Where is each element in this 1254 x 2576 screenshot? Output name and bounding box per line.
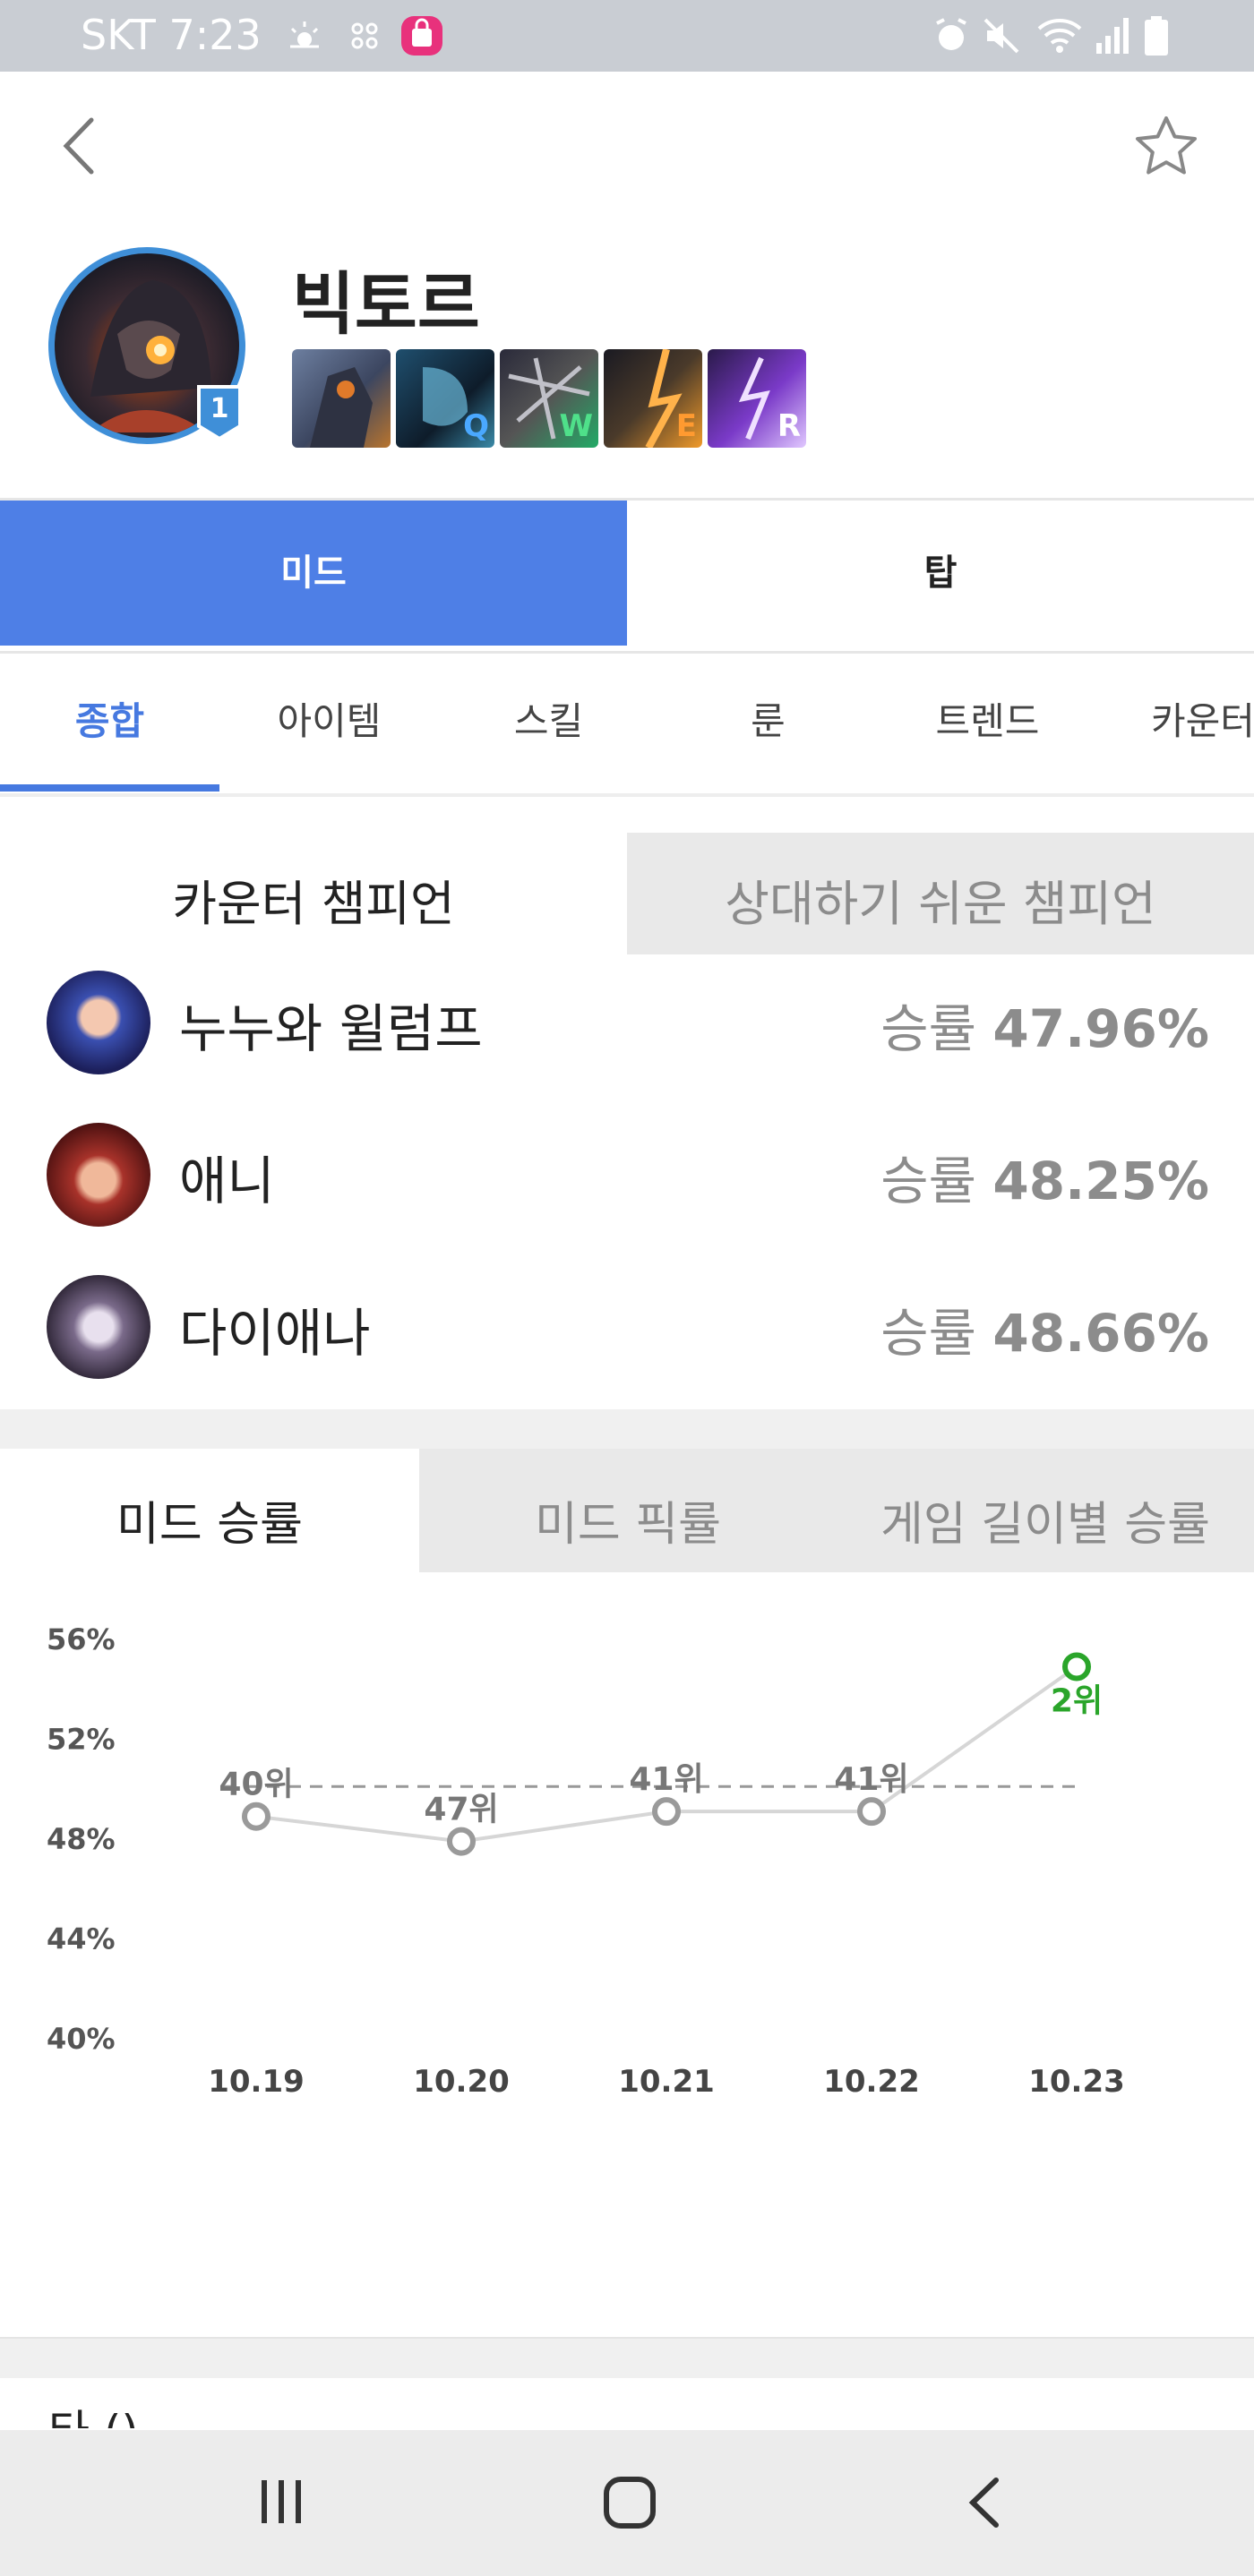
data-point [447, 1827, 476, 1856]
back-nav-icon[interactable] [962, 2475, 1007, 2530]
status-bar: SKT 7:23 [0, 0, 1254, 72]
signal-icon [1096, 18, 1129, 54]
level-badge: 1 [197, 385, 242, 441]
x-tick-label: 10.23 [1028, 2064, 1125, 2100]
subtab-trends[interactable]: 트렌드 [878, 650, 1097, 793]
role-tab-top[interactable]: 탑 [627, 501, 1254, 646]
tab-mid-pickrate[interactable]: 미드 픽률 [419, 1449, 837, 1572]
skill-e-icon[interactable]: E [604, 349, 702, 448]
winrate-value: 48.66% [992, 1303, 1209, 1364]
wifi-icon [1037, 19, 1082, 53]
annie-avatar [47, 1123, 150, 1227]
counter-winrate: 승률 48.66% [880, 1291, 1209, 1366]
tab-winrate-by-length[interactable]: 게임 길이별 승률 [837, 1449, 1254, 1572]
app-grid-icon [351, 22, 378, 49]
skill-q-icon[interactable]: Q [396, 349, 494, 448]
section-divider [0, 1409, 1254, 1449]
back-button[interactable] [54, 115, 107, 177]
counter-name: 애니 [179, 1151, 275, 1211]
role-tab-mid[interactable]: 미드 [0, 501, 627, 646]
y-tick-label: 40% [47, 2022, 116, 2056]
y-tick-label: 52% [47, 1723, 116, 1757]
nunu-avatar [47, 971, 150, 1074]
favorite-star-icon[interactable] [1130, 111, 1202, 183]
home-icon[interactable] [602, 2475, 657, 2530]
counter-row[interactable]: 애니 승률 48.25% [0, 1107, 1254, 1241]
skill-key-r: R [777, 408, 801, 444]
rank-label: 41위 [629, 1761, 703, 1798]
rank-label: 40위 [219, 1767, 293, 1803]
counter-name: 누누와 윌럼프 [179, 998, 483, 1059]
subtab-counter[interactable]: 카운터 [1097, 650, 1254, 793]
alarm-icon [936, 18, 966, 50]
x-tick-label: 10.20 [413, 2064, 510, 2100]
x-tick-label: 10.22 [823, 2064, 920, 2100]
shopping-app-icon [401, 16, 442, 56]
next-section-title: 타 () [48, 2396, 139, 2428]
sub-tabs: 종합 아이템 스킬 룬 트렌드 카운터 [0, 650, 1254, 797]
counter-row[interactable]: 다이애나 승률 48.66% [0, 1259, 1254, 1393]
skill-r-icon[interactable]: R [708, 349, 806, 448]
skill-w-icon[interactable]: W [500, 349, 598, 448]
data-point [1062, 1652, 1091, 1682]
data-point [652, 1797, 681, 1827]
x-tick-label: 10.21 [618, 2064, 715, 2100]
section-divider [0, 2337, 1254, 2378]
rank-label: 41위 [834, 1761, 908, 1798]
carrier-time: SKT 7:23 [81, 11, 262, 59]
subtab-items[interactable]: 아이템 [219, 650, 439, 793]
counter-winrate: 승률 48.25% [880, 1139, 1209, 1214]
data-point [857, 1797, 886, 1827]
diana-avatar [47, 1275, 150, 1379]
winrate-value: 48.25% [992, 1151, 1209, 1211]
tab-easy-champions[interactable]: 상대하기 쉬운 챔피언 [627, 833, 1254, 954]
battery-icon [1145, 16, 1168, 56]
y-tick-label: 56% [47, 1622, 116, 1656]
subtab-counter-label: 카운터 [1151, 699, 1254, 743]
tab-counter-champions[interactable]: 카운터 챔피언 [0, 833, 627, 954]
level-badge-text: 1 [210, 393, 229, 424]
y-tick-label: 48% [47, 1822, 116, 1856]
winrate-chart: 56% 52% 48% 44% 40% 40위 47위 41위 41위 2위 10.19 10.20 1… [47, 1622, 1125, 2100]
skill-passive-icon[interactable] [292, 349, 391, 448]
subtab-skills[interactable]: 스킬 [439, 650, 658, 793]
mute-icon [983, 18, 1019, 54]
rank-label: 2위 [1051, 1682, 1103, 1719]
rank-label: 47위 [424, 1792, 498, 1828]
counter-row[interactable]: 누누와 윌럼프 승률 47.96% [0, 954, 1254, 1089]
data-point [242, 1801, 271, 1831]
weather-icon [290, 21, 319, 48]
x-tick-label: 10.19 [208, 2064, 305, 2100]
subtab-overview[interactable]: 종합 [0, 650, 219, 793]
skill-key-e: E [675, 408, 697, 444]
y-tick-label: 44% [47, 1922, 116, 1956]
skill-key-q: Q [463, 408, 489, 444]
winrate-value: 47.96% [992, 998, 1209, 1059]
winrate-label: 승률 [880, 1151, 976, 1211]
subtab-runes[interactable]: 룬 [658, 650, 878, 793]
winrate-label: 승률 [880, 998, 976, 1059]
counter-name: 다이애나 [179, 1303, 371, 1364]
role-tabs: 미드 탑 [0, 498, 1254, 654]
recent-apps-icon[interactable] [256, 2477, 306, 2527]
tab-mid-winrate[interactable]: 미드 승률 [0, 1449, 419, 1572]
winrate-label: 승률 [880, 1303, 976, 1364]
subtab-active-indicator [0, 784, 219, 792]
champion-name: 빅토르 [292, 264, 480, 344]
counter-winrate: 승률 47.96% [880, 987, 1209, 1062]
skill-key-w: W [559, 408, 593, 444]
navigation-bar [0, 2430, 1254, 2576]
